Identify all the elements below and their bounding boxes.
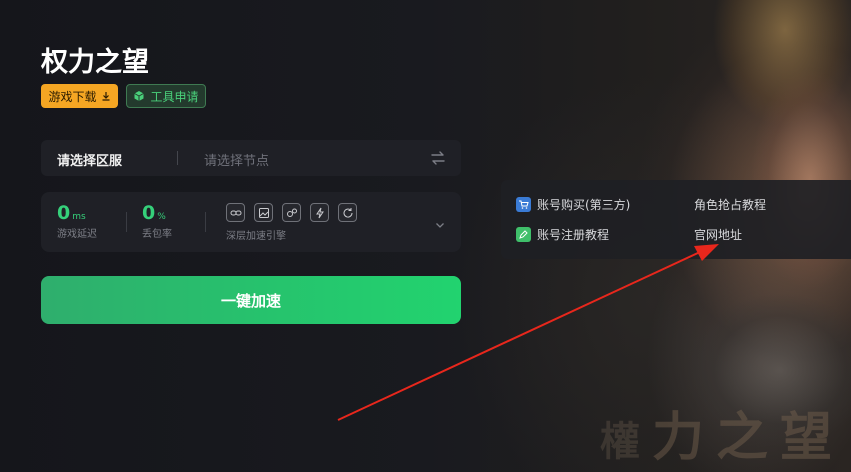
swap-icon[interactable] [430, 150, 446, 170]
background-game-logo: 權力之望 [600, 407, 845, 468]
quick-links-panel: 账号购买(第三方) 账号注册教程 角色抢占教程 官网地址 [501, 180, 851, 259]
register-tutorial-label: 账号注册教程 [537, 228, 610, 242]
bolt-icon [310, 203, 329, 222]
accelerate-label: 一键加速 [220, 291, 281, 310]
pencil-icon [516, 227, 531, 242]
latency-unit: ms [72, 212, 86, 222]
link-icon [226, 203, 245, 222]
chevron-down-icon[interactable] [434, 216, 446, 235]
cube-icon [133, 90, 145, 102]
stats-divider [205, 212, 206, 232]
refresh-icon [338, 203, 357, 222]
region-selector[interactable]: 请选择区服 请选择节点 [41, 140, 461, 176]
download-icon [101, 91, 111, 101]
character-tutorial-label: 角色抢占教程 [694, 198, 767, 212]
official-site-link[interactable]: 官网地址 [694, 226, 742, 243]
region-divider [177, 151, 178, 165]
node-select-input[interactable]: 请选择节点 [204, 150, 269, 169]
buy-account-link[interactable]: 账号购买(第三方) [516, 196, 630, 213]
stats-panel: 0 ms 游戏延迟 0% 丢包率 深层加速引擎 [41, 192, 461, 252]
game-download-label: 游戏下载 [48, 89, 97, 104]
tool-apply-button[interactable]: 工具申请 [126, 84, 206, 108]
latency-stat: 0 ms 游戏延迟 [57, 202, 97, 240]
cart-icon [516, 197, 531, 212]
engine-label: 深层加速引擎 [226, 231, 286, 242]
bubbles-icon [282, 203, 301, 222]
packet-loss-label: 丢包率 [142, 229, 172, 240]
packet-loss-value: 0 [142, 202, 156, 224]
tool-apply-label: 工具申请 [150, 89, 199, 104]
latency-value: 0 [57, 202, 71, 224]
acceleration-engine: 深层加速引擎 [226, 203, 357, 242]
character-tutorial-link[interactable]: 角色抢占教程 [694, 196, 766, 213]
game-title: 权力之望 [41, 47, 149, 78]
accelerate-button[interactable]: 一键加速 [41, 276, 461, 324]
buy-account-label: 账号购买(第三方) [537, 198, 631, 212]
stats-divider [126, 212, 127, 232]
image-icon [254, 203, 273, 222]
game-download-button[interactable]: 游戏下载 [41, 84, 118, 108]
register-tutorial-link[interactable]: 账号注册教程 [516, 226, 609, 243]
region-select-label[interactable]: 请选择区服 [57, 150, 122, 169]
packet-loss-stat: 0% 丢包率 [142, 202, 172, 240]
official-site-label: 官网地址 [694, 228, 743, 242]
packet-loss-unit: % [157, 212, 166, 222]
latency-label: 游戏延迟 [57, 229, 97, 240]
